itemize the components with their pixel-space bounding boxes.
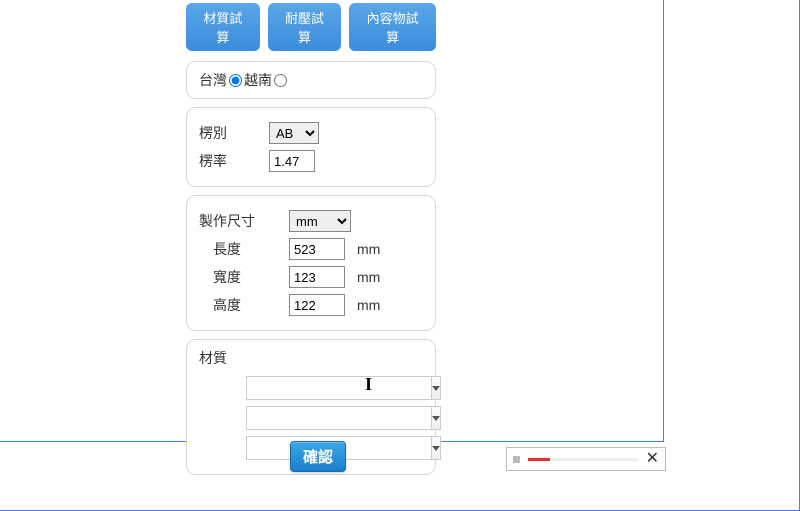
flute-panel: 楞別 AB 楞率 xyxy=(186,107,436,187)
region-taiwan-radio[interactable] xyxy=(229,74,242,87)
size-unit-select[interactable]: mm xyxy=(289,210,351,232)
size-length-unit: mm xyxy=(357,241,380,257)
material-combo-2-btn[interactable] xyxy=(432,406,441,430)
material-input-1[interactable] xyxy=(246,376,432,400)
size-width-label: 寬度 xyxy=(199,267,289,287)
size-width-input[interactable] xyxy=(289,266,345,288)
tab-content[interactable]: 內容物試算 xyxy=(349,3,436,51)
chevron-down-icon xyxy=(432,386,440,391)
flute-rate-label: 楞率 xyxy=(199,151,269,171)
chevron-down-icon xyxy=(432,416,440,421)
size-length-input[interactable] xyxy=(289,238,345,260)
region-taiwan-label: 台灣 xyxy=(199,70,227,90)
tab-row: 材質試算 耐壓試算 內容物試算 xyxy=(186,3,436,51)
size-width-unit: mm xyxy=(357,269,380,285)
material-combo-3-btn[interactable] xyxy=(432,436,441,460)
region-vietnam-radio[interactable] xyxy=(274,74,287,87)
flute-type-label: 楞別 xyxy=(199,123,269,143)
material-input-2[interactable] xyxy=(246,406,432,430)
progress-bar[interactable] xyxy=(528,458,638,461)
tab-material[interactable]: 材質試算 xyxy=(186,3,260,51)
region-vietnam-label: 越南 xyxy=(244,70,272,90)
size-length-label: 長度 xyxy=(199,239,289,259)
size-height-label: 高度 xyxy=(199,295,289,315)
progress-fill xyxy=(528,458,550,461)
tab-pressure[interactable]: 耐壓試算 xyxy=(268,3,342,51)
material-combo-1-btn[interactable] xyxy=(432,376,441,400)
flute-type-select[interactable]: AB xyxy=(269,122,319,144)
size-title: 製作尺寸 xyxy=(199,211,289,231)
chevron-down-icon xyxy=(432,446,440,451)
confirm-button[interactable]: 確認 xyxy=(290,441,346,472)
region-panel: 台灣 越南 xyxy=(186,61,436,99)
size-height-unit: mm xyxy=(357,297,380,313)
flute-rate-input[interactable] xyxy=(269,150,315,172)
stop-icon[interactable] xyxy=(513,456,520,463)
material-title: 材質 xyxy=(199,348,423,368)
material-combo-1[interactable] xyxy=(246,376,376,400)
size-panel: 製作尺寸 mm 長度 mm 寬度 mm 高度 xyxy=(186,195,436,331)
media-player: ✕ xyxy=(506,447,666,471)
close-icon[interactable]: ✕ xyxy=(646,451,659,467)
material-combo-2[interactable] xyxy=(246,406,376,430)
size-height-input[interactable] xyxy=(289,294,345,316)
